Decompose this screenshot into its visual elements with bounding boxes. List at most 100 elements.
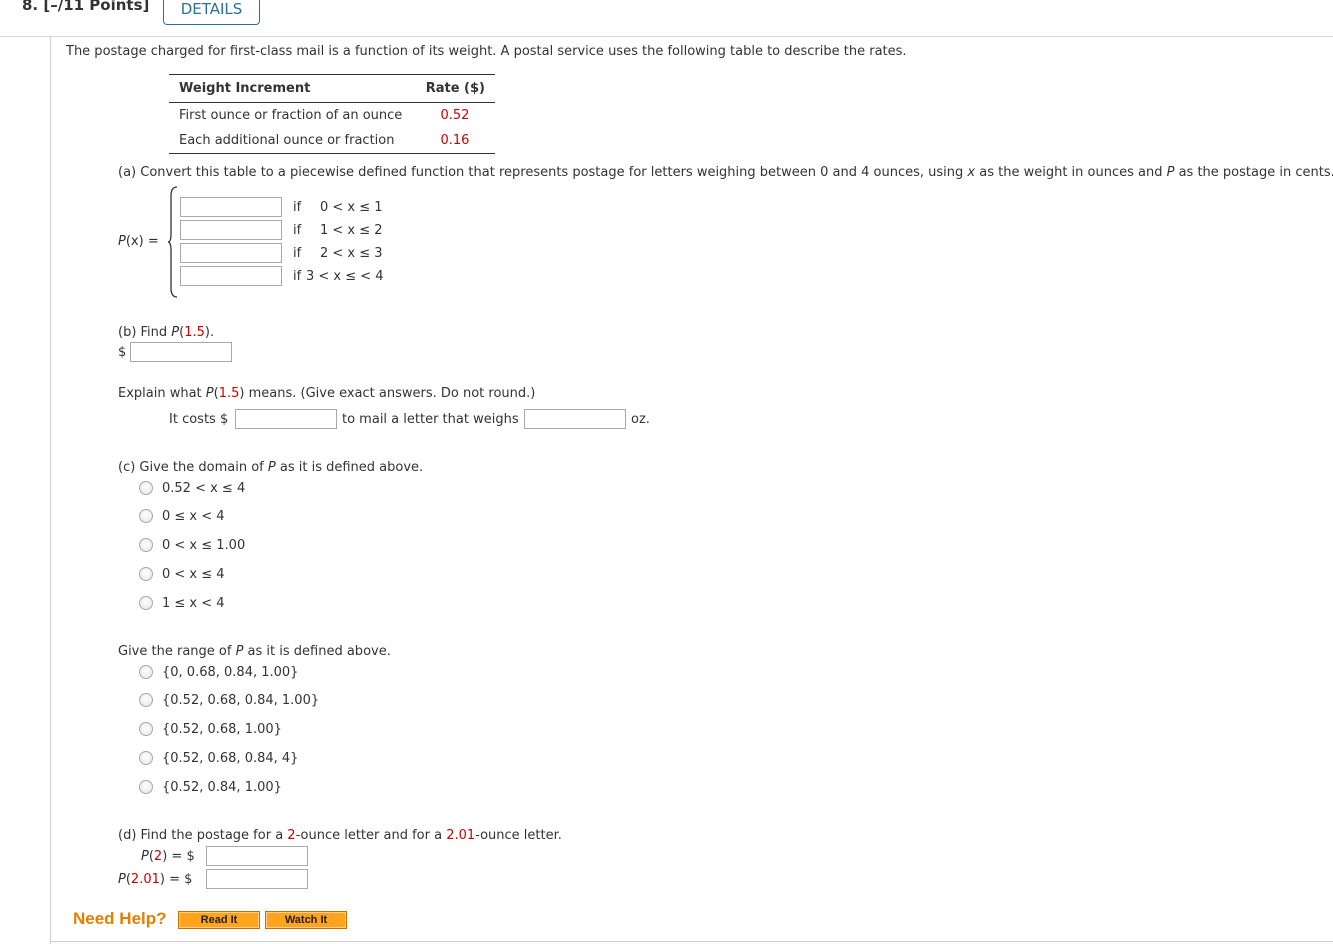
content-frame-left-border <box>50 36 51 944</box>
domain-option-3-label[interactable]: 0 < x ≤ 1.00 <box>162 538 245 553</box>
piece-1-input[interactable] <box>180 197 282 217</box>
piece-4-condition: 3 < x ≤ < 4 <box>306 269 384 284</box>
p2-arg: 2 <box>153 849 163 864</box>
p201-input[interactable] <box>206 869 308 889</box>
domain-option-4-label[interactable]: 0 < x ≤ 4 <box>162 567 225 582</box>
piece-2-condition: 1 < x ≤ 2 <box>320 223 383 238</box>
header-rate: Rate ($) <box>414 74 495 103</box>
part-a-prompt-pre: (a) Convert this table to a piecewise de… <box>118 165 968 180</box>
part-b-prompt-pre: (b) Find <box>118 325 172 340</box>
domain-option-3-radio[interactable] <box>139 538 153 552</box>
to-mail-label: to mail a letter that weighs <box>342 412 519 427</box>
part-b-explain-prompt: Explain what P(1.5) means. (Give exact a… <box>118 386 535 401</box>
content-frame-bottom-border <box>50 941 1333 942</box>
explain-pre: Explain what <box>118 386 206 401</box>
question-header: 8. [–/11 Points] DETAILS <box>0 0 1333 37</box>
it-costs-label: It costs $ <box>169 412 229 427</box>
piece-1-condition: 0 < x ≤ 1 <box>320 200 383 215</box>
piece-4-input[interactable] <box>180 266 282 286</box>
rate-table: Weight Increment Rate ($) First ounce or… <box>169 74 495 154</box>
piece-3-input[interactable] <box>180 243 282 263</box>
piece-2-input[interactable] <box>180 220 282 240</box>
domain-pre: (c) Give the domain of <box>118 460 268 475</box>
range-option-1-radio[interactable] <box>139 665 153 679</box>
row-label: Each additional ounce or fraction <box>169 128 415 154</box>
domain-option-5-label[interactable]: 1 ≤ x < 4 <box>162 596 225 611</box>
piece-3-condition: 2 < x ≤ 3 <box>320 246 383 261</box>
range-option-5-radio[interactable] <box>139 780 153 794</box>
part-d-weight-1: 2 <box>287 828 296 843</box>
range-post: as it is defined above. <box>243 644 391 659</box>
header-weight-increment: Weight Increment <box>169 74 415 103</box>
weight-input[interactable] <box>524 409 626 429</box>
domain-option-2-radio[interactable] <box>139 509 153 523</box>
range-option-3-label[interactable]: {0.52, 0.68, 1.00} <box>162 722 282 737</box>
function-label: P(x) = <box>118 234 159 249</box>
domain-option-1-radio[interactable] <box>139 481 153 495</box>
part-d-prompt: (d) Find the postage for a 2-ounce lette… <box>118 828 562 843</box>
watch-it-button[interactable]: Watch It <box>265 911 347 929</box>
part-d-post: -ounce letter. <box>475 828 562 843</box>
part-a-prompt: (a) Convert this table to a piecewise de… <box>118 165 1333 180</box>
p2-func: P <box>141 849 149 864</box>
p2-label: P(2) = $ <box>141 849 195 864</box>
row-rate: 0.16 <box>414 128 495 154</box>
range-option-3-radio[interactable] <box>139 722 153 736</box>
part-d-pre: (d) Find the postage for a <box>118 828 288 843</box>
part-b-func: P <box>171 325 180 340</box>
range-option-4-radio[interactable] <box>139 751 153 765</box>
points-label: [–/11 Points] <box>43 0 150 14</box>
oz-label: oz. <box>631 412 650 427</box>
cost-input[interactable] <box>235 409 337 429</box>
range-option-2-label[interactable]: {0.52, 0.68, 0.84, 1.00} <box>162 693 319 708</box>
part-a-prompt-mid: as the weight in ounces and <box>975 165 1167 180</box>
need-help-label: Need Help? <box>73 909 167 928</box>
p2-input[interactable] <box>206 846 308 866</box>
explain-post: ) means. (Give exact answers. Do not rou… <box>239 386 536 401</box>
p201-eq: = $ <box>169 872 193 887</box>
domain-option-2-label[interactable]: 0 ≤ x < 4 <box>162 509 225 524</box>
range-option-2-radio[interactable] <box>139 693 153 707</box>
piece-2-if: if <box>293 223 302 238</box>
piecewise-brace-icon <box>168 186 178 298</box>
part-d-mid: -ounce letter and for a <box>295 828 447 843</box>
function-p: P <box>118 234 126 249</box>
range-option-5-label[interactable]: {0.52, 0.84, 1.00} <box>162 780 282 795</box>
part-b-answer-input[interactable] <box>130 342 232 362</box>
piece-4-if: if <box>293 269 302 284</box>
question-number: 8. [–/11 Points] <box>22 0 149 14</box>
details-tab[interactable]: DETAILS <box>163 0 260 25</box>
part-c-range-prompt: Give the range of P as it is defined abo… <box>118 644 391 659</box>
piece-3-if: if <box>293 246 302 261</box>
intro-text: The postage charged for first-class mail… <box>66 44 907 59</box>
p2-eq: = $ <box>171 849 195 864</box>
range-option-1-label[interactable]: {0, 0.68, 0.84, 1.00} <box>162 665 298 680</box>
explain-arg: 1.5 <box>218 386 240 401</box>
domain-option-4-radio[interactable] <box>139 567 153 581</box>
part-b-dollar: $ <box>118 345 127 360</box>
p2-close: ) <box>162 849 168 864</box>
rate-table-header-row: Weight Increment Rate ($) <box>169 74 495 103</box>
piece-1-if: if <box>293 200 302 215</box>
range-option-4-label[interactable]: {0.52, 0.68, 0.84, 4} <box>162 751 298 766</box>
range-pre: Give the range of <box>118 644 236 659</box>
domain-option-5-radio[interactable] <box>139 596 153 610</box>
question-number-text: 8. <box>22 0 39 14</box>
domain-var: P <box>267 460 276 475</box>
p201-arg: 2.01 <box>130 872 160 887</box>
table-row: Each additional ounce or fraction 0.16 <box>169 128 495 154</box>
var-x: x <box>967 165 976 180</box>
part-d-weight-2: 2.01 <box>446 828 476 843</box>
part-c-domain-prompt: (c) Give the domain of P as it is define… <box>118 460 423 475</box>
part-b-prompt: (b) Find P(1.5). <box>118 325 214 340</box>
function-label-rest: (x) = <box>125 234 159 249</box>
p201-close: ) <box>159 872 165 887</box>
part-a-prompt-post: as the postage in cents. <box>1174 165 1333 180</box>
part-b-close: ). <box>204 325 215 340</box>
domain-option-1-label[interactable]: 0.52 < x ≤ 4 <box>162 481 245 496</box>
row-label: First ounce or fraction of an ounce <box>179 108 403 123</box>
part-b-arg: 1.5 <box>184 325 205 340</box>
row-rate: 0.52 <box>440 108 470 123</box>
read-it-button[interactable]: Read It <box>178 911 260 929</box>
domain-post: as it is defined above. <box>275 460 424 475</box>
